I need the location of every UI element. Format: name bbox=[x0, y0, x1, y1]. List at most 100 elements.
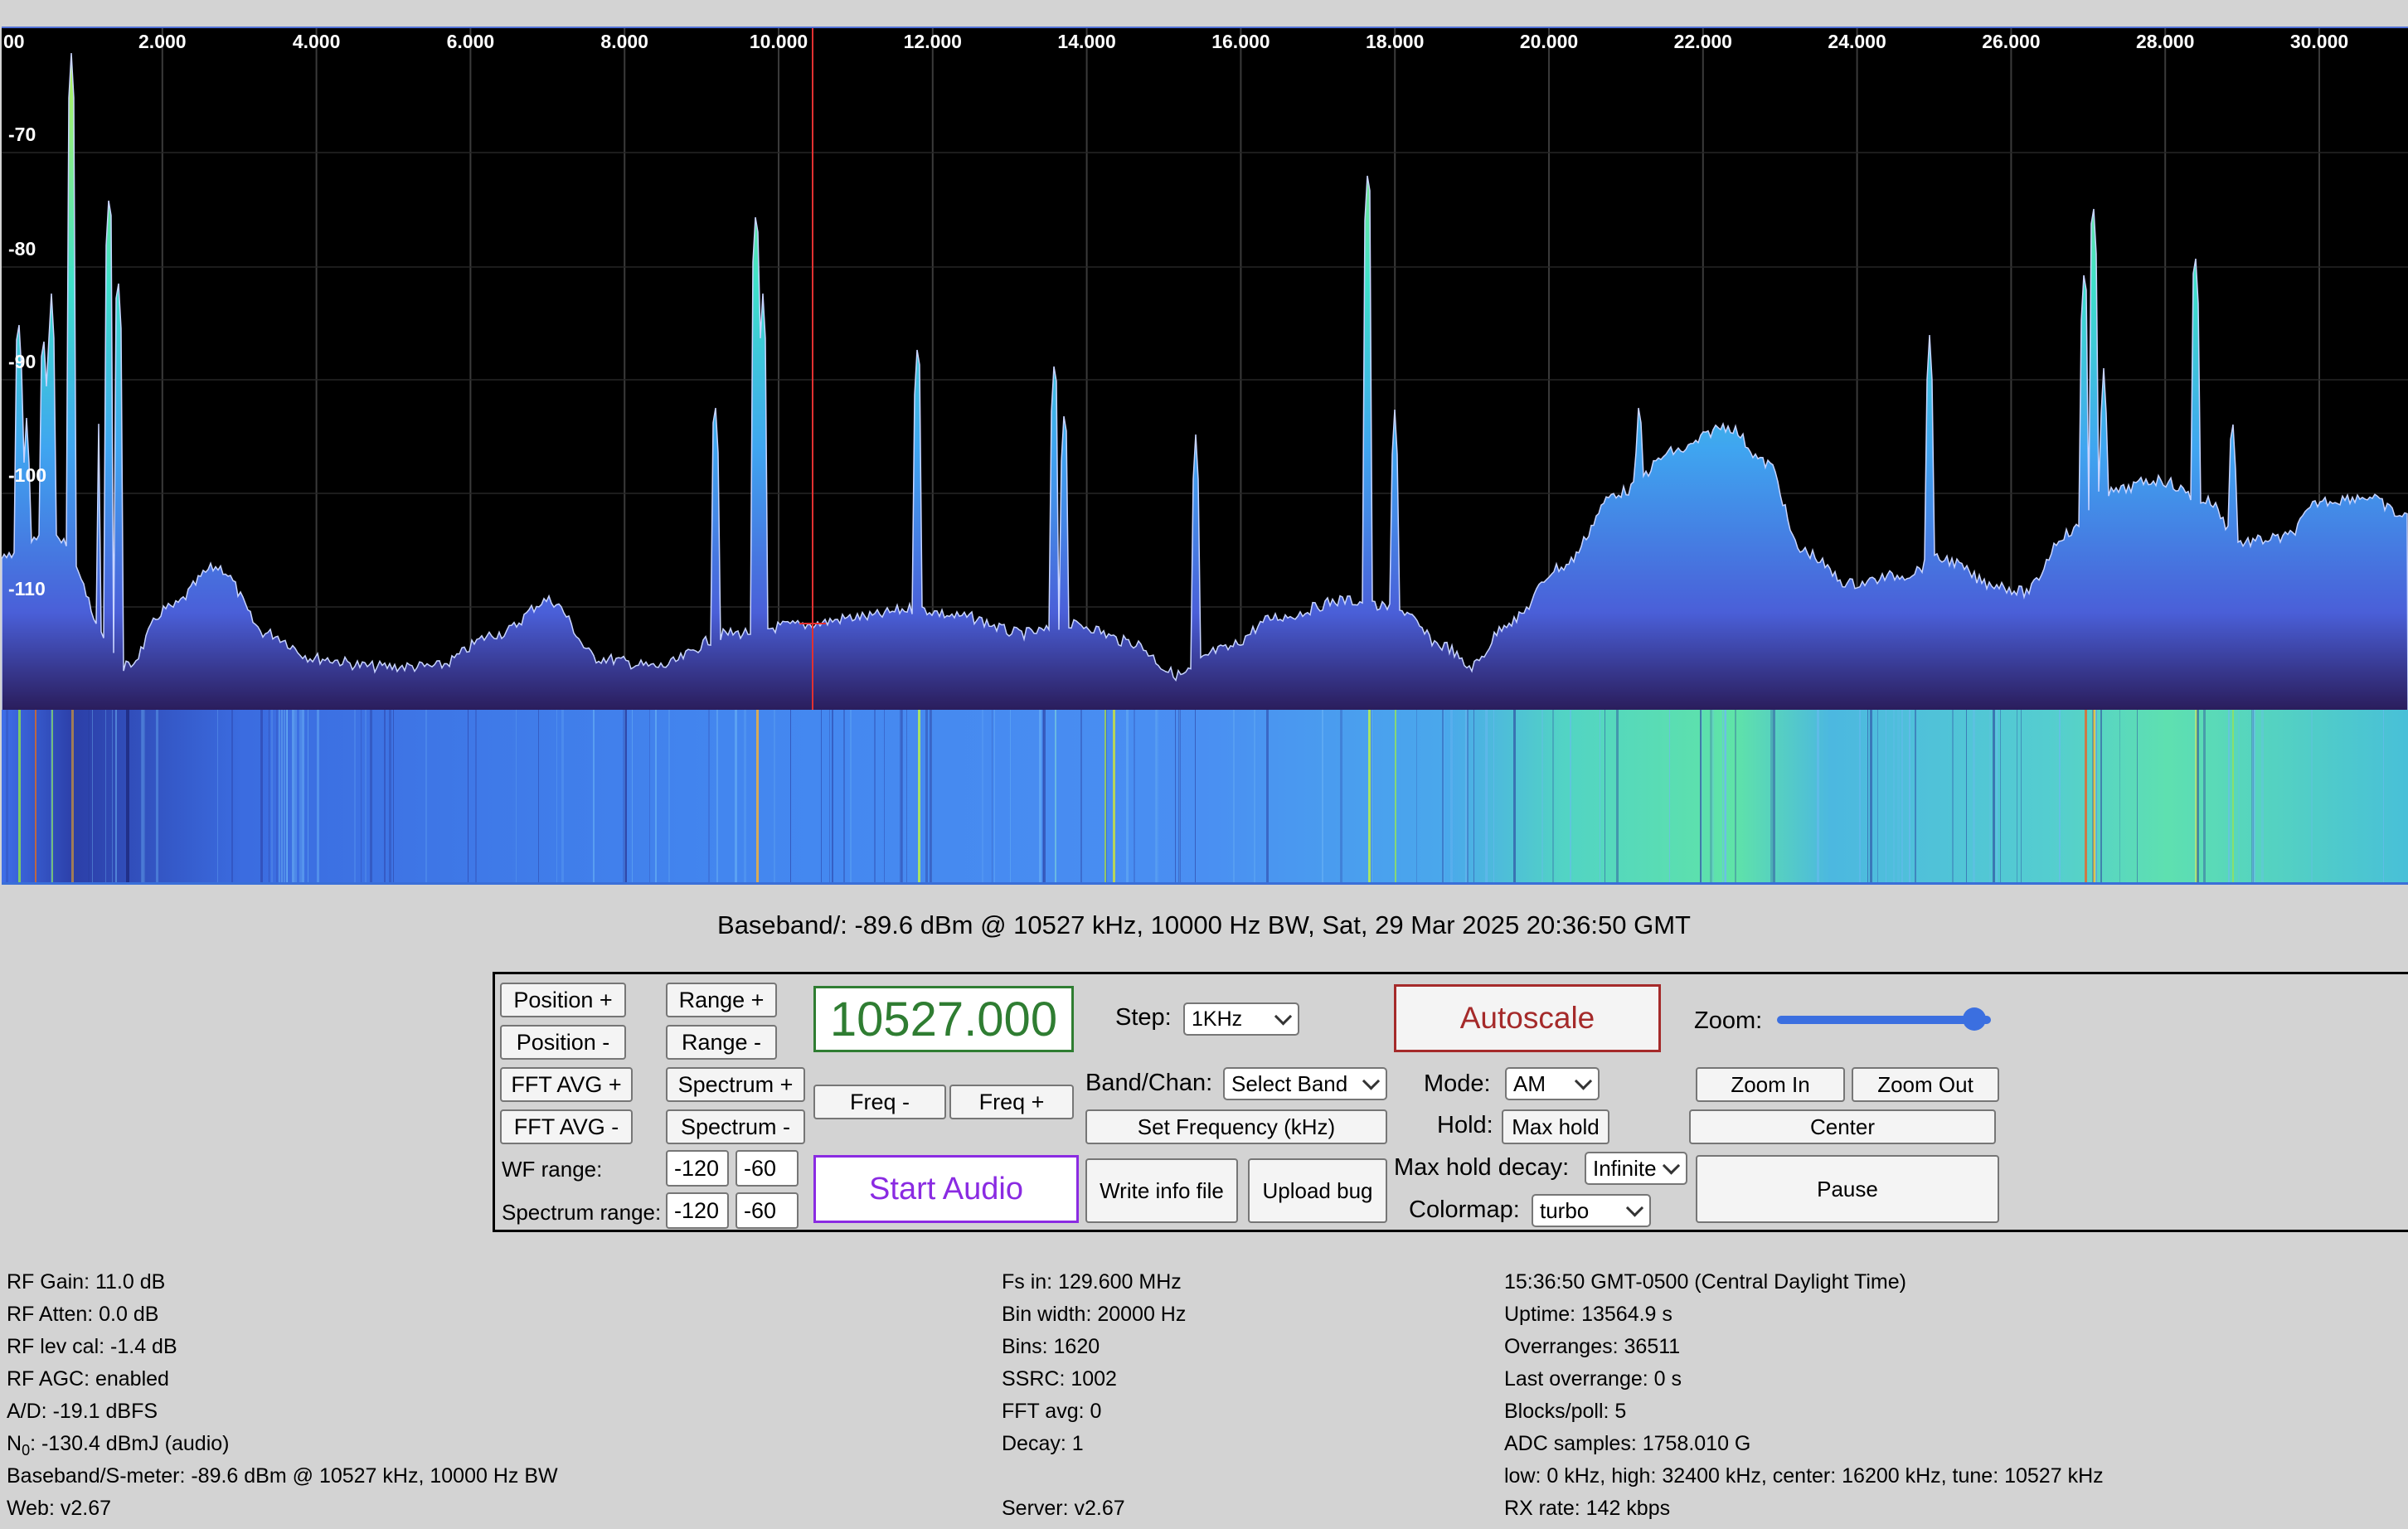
range-minus-button[interactable]: Range - bbox=[666, 1025, 777, 1060]
fft-avg: FFT avg: 0 bbox=[1002, 1400, 1102, 1423]
max-hold-decay-value: Infinite bbox=[1593, 1155, 1657, 1181]
zoom-slider-thumb[interactable] bbox=[1963, 1007, 1986, 1031]
pause-button[interactable]: Pause bbox=[1696, 1155, 1999, 1223]
rf-lev-cal: RF lev cal: -1.4 dB bbox=[7, 1335, 177, 1358]
waterfall-display[interactable] bbox=[2, 710, 2408, 885]
colormap-select[interactable]: turbo bbox=[1532, 1194, 1651, 1227]
waterfall-noise bbox=[1175, 710, 1176, 882]
set-frequency-button[interactable]: Set Frequency (kHz) bbox=[1085, 1109, 1387, 1144]
waterfall-streak bbox=[756, 710, 759, 882]
waterfall-noise bbox=[370, 710, 372, 882]
waterfall-noise bbox=[1996, 710, 1998, 882]
waterfall-noise bbox=[1493, 710, 1494, 882]
waterfall-noise bbox=[1669, 710, 1670, 882]
rx-rate: RX rate: 142 kbps bbox=[1504, 1497, 1671, 1520]
waterfall-noise bbox=[292, 710, 294, 882]
waterfall-noise bbox=[1570, 710, 1571, 882]
waterfall-streak bbox=[1395, 710, 1396, 882]
ad-level: A/D: -19.1 dBFS bbox=[7, 1400, 158, 1423]
waterfall-noise bbox=[1541, 710, 1543, 882]
upload-bug-button[interactable]: Upload bug bbox=[1248, 1158, 1387, 1223]
zoom-in-button[interactable]: Zoom In bbox=[1696, 1067, 1845, 1102]
mode-select[interactable]: AM bbox=[1505, 1067, 1600, 1100]
waterfall-noise bbox=[2059, 710, 2061, 882]
waterfall-noise bbox=[88, 710, 90, 882]
waterfall-noise bbox=[874, 710, 876, 882]
waterfall-streak bbox=[1104, 710, 1106, 882]
waterfall-noise bbox=[1773, 710, 1775, 882]
noise-floor-sub: 0 bbox=[22, 1442, 31, 1459]
wf-range-min-input[interactable]: -120 bbox=[666, 1150, 729, 1187]
waterfall-noise bbox=[1126, 710, 1129, 882]
fs-in: Fs in: 129.600 MHz bbox=[1002, 1270, 1182, 1294]
waterfall-noise bbox=[1867, 710, 1868, 882]
zoom-slider-track[interactable] bbox=[1777, 1016, 1991, 1024]
freq-plus-button[interactable]: Freq + bbox=[949, 1085, 1074, 1119]
center-button[interactable]: Center bbox=[1689, 1109, 1996, 1144]
spectrum-range-min-input[interactable]: -120 bbox=[666, 1192, 729, 1229]
waterfall-noise bbox=[1195, 710, 1196, 882]
noise-floor-value: : -130.4 dBmJ (audio) bbox=[30, 1432, 230, 1455]
waterfall-noise bbox=[1973, 710, 1975, 882]
step-select[interactable]: 1KHz bbox=[1183, 1002, 1299, 1036]
frequency-tick-label: 24.000 bbox=[1828, 31, 1886, 52]
waterfall-noise bbox=[475, 710, 477, 882]
waterfall-noise bbox=[1322, 710, 1323, 882]
position-minus-button[interactable]: Position - bbox=[500, 1025, 626, 1060]
waterfall-noise bbox=[2137, 710, 2138, 882]
band-select[interactable]: Select Band bbox=[1223, 1067, 1387, 1100]
power-tick-label: -110 bbox=[8, 578, 46, 599]
frequency-display[interactable]: 10527.000 bbox=[813, 986, 1074, 1052]
write-info-file-button[interactable]: Write info file bbox=[1085, 1158, 1238, 1223]
waterfall-noise bbox=[279, 710, 280, 882]
spectrum-range-label: Spectrum range: bbox=[502, 1200, 662, 1225]
waterfall-noise bbox=[2095, 710, 2097, 882]
waterfall-noise bbox=[744, 710, 746, 882]
fft-avg-plus-button[interactable]: FFT AVG + bbox=[500, 1067, 633, 1102]
range-plus-button[interactable]: Range + bbox=[666, 983, 777, 1017]
waterfall-noise bbox=[1770, 710, 1773, 882]
start-audio-button[interactable]: Start Audio bbox=[813, 1155, 1079, 1223]
spectrum-minus-button[interactable]: Spectrum - bbox=[666, 1109, 805, 1144]
top-bar bbox=[0, 0, 2408, 27]
waterfall-noise bbox=[1106, 710, 1107, 882]
waterfall-noise bbox=[284, 710, 285, 882]
waterfall-noise bbox=[716, 710, 718, 882]
frequency-tick-label: 20.000 bbox=[1520, 31, 1578, 52]
spectrum-display[interactable]: 00 2.000 4.000 6.000 8.000 10.000 12.000 14.000… bbox=[2, 27, 2408, 711]
max-hold-button[interactable]: Max hold bbox=[1502, 1109, 1609, 1144]
position-plus-button[interactable]: Position + bbox=[500, 983, 626, 1017]
adc-samples: ADC samples: 1758.010 G bbox=[1504, 1432, 1751, 1455]
chevron-down-icon bbox=[1362, 1072, 1381, 1090]
waterfall-noise bbox=[2311, 710, 2313, 882]
waterfall-noise bbox=[906, 710, 907, 882]
rf-atten: RF Atten: 0.0 dB bbox=[7, 1303, 159, 1326]
decay: Decay: 1 bbox=[1002, 1432, 1084, 1455]
spectrum-plus-button[interactable]: Spectrum + bbox=[666, 1067, 805, 1102]
wf-range-label: WF range: bbox=[502, 1157, 603, 1182]
info-column-middle: Fs in: 129.600 MHz Bin width: 20000 Hz B… bbox=[1002, 1266, 1186, 1525]
waterfall-noise bbox=[260, 710, 263, 882]
spectrum-trace bbox=[2, 52, 2408, 711]
waterfall-noise bbox=[561, 710, 564, 882]
wf-range-max-input[interactable]: -60 bbox=[736, 1150, 799, 1187]
waterfall-noise bbox=[286, 710, 288, 882]
waterfall-background bbox=[2, 710, 2408, 882]
max-hold-decay-select[interactable]: Infinite bbox=[1585, 1152, 1687, 1185]
band-select-value: Select Band bbox=[1231, 1070, 1348, 1096]
waterfall-noise bbox=[1340, 710, 1342, 882]
autoscale-button[interactable]: Autoscale bbox=[1394, 984, 1661, 1052]
waterfall-noise bbox=[393, 710, 394, 882]
waterfall-noise bbox=[2252, 710, 2253, 882]
waterfall-noise bbox=[821, 710, 822, 882]
spectrum-range-max-input[interactable]: -60 bbox=[736, 1192, 799, 1229]
waterfall-noise bbox=[365, 710, 367, 882]
waterfall-noise bbox=[925, 710, 928, 882]
waterfall-noise bbox=[1043, 710, 1046, 882]
waterfall-noise bbox=[1616, 710, 1619, 882]
freq-minus-button[interactable]: Freq - bbox=[813, 1085, 946, 1119]
zoom-out-button[interactable]: Zoom Out bbox=[1852, 1067, 1999, 1102]
waterfall-noise bbox=[1233, 710, 1235, 882]
fft-avg-minus-button[interactable]: FFT AVG - bbox=[500, 1109, 633, 1144]
